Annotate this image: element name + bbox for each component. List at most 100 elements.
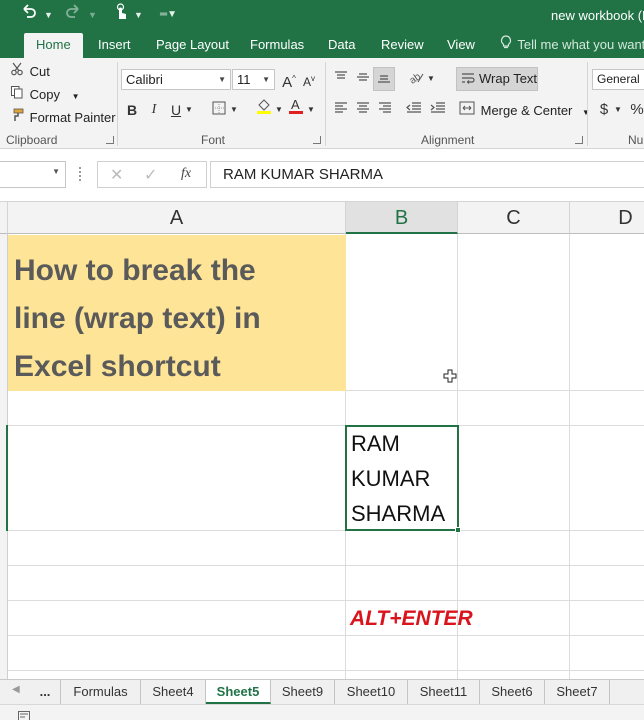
cut-button[interactable]: Cut <box>10 62 50 81</box>
italic-icon[interactable]: I <box>146 99 162 121</box>
undo-dropdown-icon[interactable]: ▼ <box>44 4 53 26</box>
column-header-c[interactable]: C <box>458 202 570 234</box>
column-header-d[interactable]: D <box>570 202 644 234</box>
insert-function-icon[interactable]: fx <box>181 166 191 182</box>
selected-row-marker <box>6 425 8 531</box>
currency-dropdown-icon[interactable]: ▼ <box>613 99 623 121</box>
undo-icon[interactable] <box>18 3 40 27</box>
cell-text-line: KUMAR <box>351 466 431 491</box>
align-middle-icon[interactable] <box>354 68 372 90</box>
tab-review[interactable]: Review <box>381 33 424 58</box>
grow-font-icon[interactable]: A^ <box>280 68 298 91</box>
excel-window: ▼ ▼ ▼ ═▼ new workbook (R Home Insert Pag… <box>0 0 644 720</box>
column-header-b[interactable]: B <box>346 202 458 234</box>
clipboard-launcher-icon[interactable] <box>106 136 114 144</box>
formula-bar-resize-handle[interactable] <box>79 167 82 181</box>
sheet-tab-sheet11[interactable]: Sheet11 <box>408 680 480 704</box>
copy-dropdown-icon[interactable]: ▼ <box>72 92 80 101</box>
customize-qat-icon[interactable]: ═▼ <box>160 4 177 26</box>
shortcut-text[interactable]: ALT+ENTER <box>350 607 473 631</box>
copy-button[interactable]: Copy ▼ <box>10 85 80 106</box>
align-center-icon[interactable] <box>354 99 372 121</box>
tab-formulas[interactable]: Formulas <box>250 33 304 58</box>
font-color-icon[interactable]: A <box>286 97 306 119</box>
sheet-tab-sheet9[interactable]: Sheet9 <box>271 680 335 704</box>
formula-controls: ✕ ✓ fx <box>97 161 207 188</box>
touch-dropdown-icon[interactable]: ▼ <box>134 4 143 26</box>
orientation-dropdown-icon[interactable]: ▼ <box>426 68 436 90</box>
bold-icon[interactable]: B <box>124 99 140 121</box>
group-divider <box>117 62 118 146</box>
cell-text-line: SHARMA <box>351 501 446 526</box>
font-size-combo[interactable]: 11 ▼ <box>232 69 275 90</box>
decrease-indent-icon[interactable] <box>404 99 424 121</box>
sheet-tab-sheet5[interactable]: Sheet5 <box>206 680 271 704</box>
gridline <box>8 565 644 566</box>
font-name-combo[interactable]: Calibri ▼ <box>121 69 231 90</box>
macro-record-icon[interactable] <box>18 708 30 720</box>
shrink-font-icon[interactable]: Av <box>300 68 318 90</box>
column-header-a[interactable]: A <box>8 202 346 234</box>
format-painter-button[interactable]: Format Painter <box>10 108 116 127</box>
worksheet-grid[interactable]: A B C D How to break the line (wrap text… <box>0 202 644 679</box>
font-color-dropdown-icon[interactable]: ▼ <box>306 99 316 121</box>
sheet-tab-sheet7[interactable]: Sheet7 <box>545 680 610 704</box>
name-box[interactable]: ▼ <box>0 161 66 188</box>
wrap-text-button[interactable]: Wrap Text <box>456 67 538 91</box>
touch-mode-icon[interactable] <box>110 3 132 27</box>
sheet-tab-sheet4[interactable]: Sheet4 <box>141 680 206 704</box>
gridline <box>8 670 644 671</box>
gridline <box>8 530 644 531</box>
chevron-down-icon[interactable]: ▼ <box>52 167 60 176</box>
align-top-icon[interactable] <box>332 68 350 90</box>
sheet-tab-formulas[interactable]: Formulas <box>61 680 141 704</box>
sheet-tab-sheet10[interactable]: Sheet10 <box>335 680 408 704</box>
align-right-icon[interactable] <box>376 99 394 121</box>
title-cell[interactable]: How to break the line (wrap text) in Exc… <box>8 235 346 391</box>
tab-page-layout[interactable]: Page Layout <box>156 33 229 58</box>
lightbulb-icon <box>500 33 514 57</box>
font-launcher-icon[interactable] <box>313 136 321 144</box>
alignment-launcher-icon[interactable] <box>575 136 583 144</box>
underline-icon[interactable]: U <box>168 99 184 121</box>
group-divider <box>587 62 588 146</box>
fill-handle[interactable] <box>455 527 461 533</box>
select-all-corner[interactable] <box>0 202 8 234</box>
tell-me-box[interactable]: Tell me what you want t <box>500 33 644 58</box>
currency-icon[interactable]: $ <box>597 99 611 121</box>
merge-center-button[interactable]: Merge & Center ▼ <box>459 101 590 122</box>
confirm-entry-icon[interactable]: ✓ <box>144 165 157 185</box>
align-left-icon[interactable] <box>332 99 350 121</box>
gridline <box>8 635 644 636</box>
tab-insert[interactable]: Insert <box>98 33 131 58</box>
sheet-tab-more[interactable]: ... <box>30 680 61 704</box>
active-cell[interactable]: RAM KUMAR SHARMA <box>345 425 461 533</box>
redo-icon[interactable] <box>62 3 84 27</box>
increase-indent-icon[interactable] <box>428 99 448 121</box>
align-bottom-icon[interactable] <box>373 67 395 91</box>
cancel-entry-icon[interactable]: ✕ <box>110 165 123 185</box>
copy-icon <box>10 85 26 104</box>
orientation-icon[interactable]: ab <box>406 68 426 90</box>
svg-text:A: A <box>291 97 300 112</box>
clipboard-group-label: Clipboard <box>6 133 58 147</box>
scroll-left-icon[interactable]: ◀ <box>12 684 20 695</box>
redo-dropdown-icon[interactable]: ▼ <box>88 4 97 26</box>
font-name-value: Calibri <box>126 72 163 87</box>
merge-dropdown-icon[interactable]: ▼ <box>582 108 590 117</box>
font-group-label: Font <box>201 133 226 147</box>
sheet-tab-bar: ◀ ... Formulas Sheet4 Sheet5 Sheet9 Shee… <box>0 679 644 704</box>
borders-dropdown-icon[interactable]: ▼ <box>229 99 239 121</box>
cell-cursor-icon <box>443 369 457 383</box>
fill-color-icon[interactable] <box>254 97 274 119</box>
tab-home[interactable]: Home <box>24 33 83 58</box>
tab-view[interactable]: View <box>447 33 475 58</box>
tab-data[interactable]: Data <box>328 33 355 58</box>
number-format-combo[interactable]: General <box>592 69 644 90</box>
borders-icon[interactable] <box>210 99 228 121</box>
fill-color-dropdown-icon[interactable]: ▼ <box>274 99 284 121</box>
percent-icon[interactable]: % <box>629 99 644 121</box>
underline-dropdown-icon[interactable]: ▼ <box>184 99 194 121</box>
formula-input[interactable]: RAM KUMAR SHARMA <box>210 161 644 188</box>
sheet-tab-sheet6[interactable]: Sheet6 <box>480 680 545 704</box>
